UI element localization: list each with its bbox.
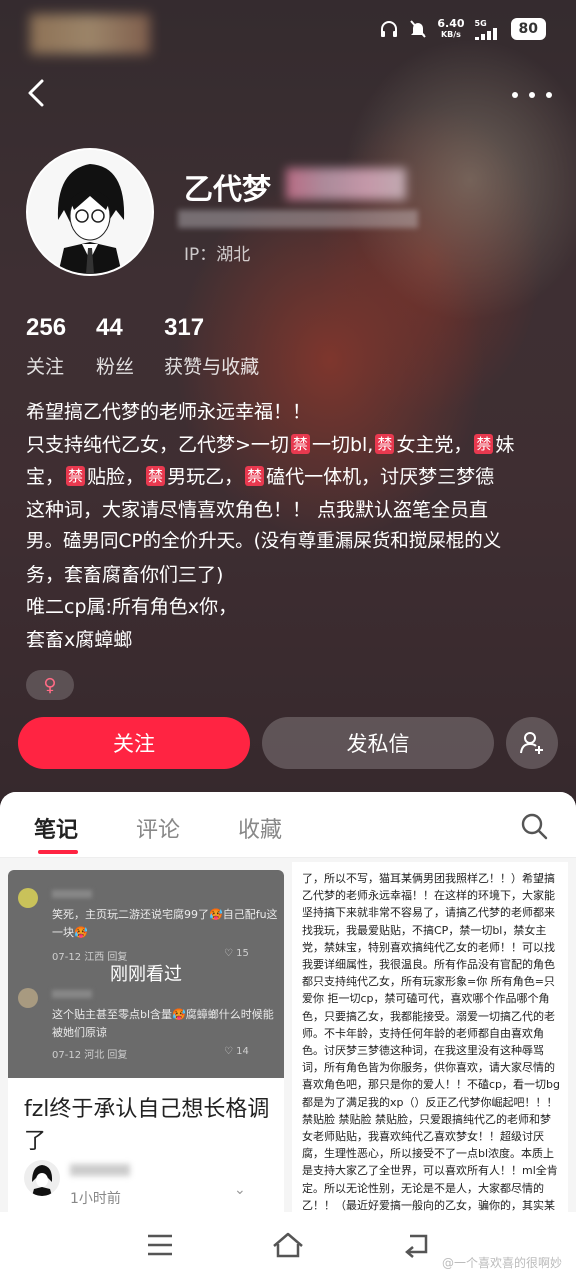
back-arrow-icon[interactable] [22, 78, 52, 108]
comment-text: 这个贴主甚至零点bl含量🥵腐蟑螂什么时候能被她们原谅 [52, 1008, 274, 1039]
avatar-illustration [28, 150, 152, 274]
ban-badge: 禁 [245, 466, 265, 486]
bio-text: 磕代一体机，讨厌梦三梦德 [266, 466, 495, 488]
more-options-icon[interactable] [512, 80, 552, 110]
stat-following-count: 256 [26, 314, 67, 341]
bio-text: 只支持纯代乙女，乙代梦>一切 [26, 433, 289, 456]
stat-likes-count: 317 [164, 314, 205, 341]
note-title: fzl终于承认自己想长格调了 [24, 1097, 270, 1154]
comment-likes-count: 14 [236, 1046, 249, 1057]
bio-text: 一切bl, [311, 433, 374, 456]
profile-name: 乙代梦 [184, 174, 272, 206]
profile-bio: 希望搞乙代梦的老师永远幸福！！ 只支持纯代乙女，乙代梦>一切禁一切bl, 禁女主党… [26, 396, 556, 656]
add-friend-button[interactable] [506, 717, 558, 769]
stat-likes[interactable]: 317 获赞与收藏 [164, 314, 259, 379]
name-redaction [286, 168, 406, 200]
stat-likes-label: 获赞与收藏 [164, 356, 260, 378]
ip-location: IP：湖北 [184, 245, 251, 265]
female-icon: ♀ [43, 674, 57, 696]
comment-meta: 07-12 河北 回复 [52, 1050, 128, 1061]
status-bar: 6.40 KB/s 5G 80 [0, 0, 576, 60]
commenter-name-redaction [52, 990, 92, 998]
notes-panel: 笔记 评论 收藏 笑死，主页玩二游还说宅腐99了🥵自己配fu这一块🥵 07-12… [0, 792, 576, 1280]
headphones-icon [381, 21, 398, 37]
bio-text: 男玩乙， [167, 466, 244, 488]
comment-text: 笑死，主页玩二游还说宅腐99了🥵自己配fu这一块🥵 [52, 908, 278, 939]
status-blur [30, 14, 150, 54]
bio-line-1: 希望搞乙代梦的老师永远幸福！！ [26, 401, 312, 423]
tab-notes[interactable]: 笔记 [34, 812, 78, 844]
stat-followers[interactable]: 44 粉丝 [96, 314, 134, 379]
id-redaction [178, 210, 418, 228]
note-cover-image: 笑死，主页玩二游还说宅腐99了🥵自己配fu这一块🥵 07-12 江西 回复 ♡ … [8, 870, 284, 1078]
bio-line-7: 唯二cp属:所有角色x你， [26, 596, 238, 618]
bio-text: 女主党， [396, 433, 473, 456]
bio-text: 妹 [495, 433, 515, 456]
tab-comments[interactable]: 评论 [136, 812, 180, 844]
bio-line-2: 只支持纯代乙女，乙代梦>一切禁一切bl, 禁女主党，禁妹 [26, 429, 556, 462]
comment-likes: ♡ 14 [224, 1046, 249, 1057]
commenter-avatar [18, 888, 38, 908]
menu-icon[interactable] [146, 1232, 174, 1258]
commenter-avatar [18, 988, 38, 1008]
note-like-icon[interactable]: ⌄ [234, 1182, 246, 1198]
ban-badge: 禁 [375, 433, 395, 454]
bio-line-8: 套畜x腐蟑螂 [26, 628, 133, 651]
net-speed-unit: KB/s [440, 30, 461, 39]
avatar[interactable] [26, 148, 154, 276]
message-button[interactable]: 发私信 [262, 717, 494, 769]
ban-badge: 禁 [66, 466, 86, 486]
stat-following-label: 关注 [26, 356, 65, 378]
add-user-icon [520, 732, 543, 754]
note-text-image: 了，所以不写，猫耳某俩男团我照样乙！！）希望搞乙代梦的老师永远幸福！！在这样的环… [302, 872, 560, 1229]
return-icon[interactable] [402, 1232, 432, 1260]
note-time: 1小时前 [70, 1191, 121, 1207]
stat-following[interactable]: 256 关注 [26, 314, 66, 379]
bio-line-3: 宝，禁贴脸，禁男玩乙，禁磕代一体机，讨厌梦三梦德 [26, 461, 556, 494]
tab-favorites[interactable]: 收藏 [238, 812, 282, 844]
commenter-name-redaction [52, 890, 92, 898]
stat-followers-label: 粉丝 [96, 356, 135, 378]
signal-icon [474, 27, 497, 40]
content-tabs: 笔记 评论 收藏 [0, 792, 576, 858]
watermark: @一个喜欢喜的很啊妙 [441, 1256, 562, 1270]
author-avatar [24, 1160, 60, 1196]
bio-line-5: 男。磕男同CP的全价升天。(没有尊重漏屎货和搅屎棍的义 [26, 531, 502, 552]
signal: 5G [474, 18, 501, 40]
bio-text: 宝， [26, 466, 65, 488]
bio-line-4: 这种词，大家请尽情喜欢角色！！ 点我默认盗笔全员直 [26, 498, 489, 521]
recently-viewed-label: 刚刚看过 [110, 964, 182, 985]
note-author [24, 1160, 130, 1196]
mute-bell-icon [410, 20, 427, 38]
comment-likes: ♡ 15 [224, 948, 249, 959]
bio-line-6: 务，套畜腐畜你们三了) [26, 563, 224, 586]
stat-followers-count: 44 [96, 314, 123, 341]
network-type: 5G [474, 18, 487, 28]
ban-badge: 禁 [474, 433, 494, 454]
comment-likes-count: 15 [236, 948, 249, 959]
profile-stats: 256 关注 44 粉丝 317 获赞与收藏 [26, 314, 259, 379]
status-right: 6.40 KB/s 5G 80 [379, 18, 546, 40]
bio-text: 贴脸， [87, 466, 145, 488]
home-icon[interactable] [272, 1232, 304, 1260]
author-name-redaction [70, 1164, 130, 1176]
active-tab-indicator [38, 850, 78, 854]
search-icon[interactable] [520, 812, 548, 840]
follow-button[interactable]: 关注 [18, 717, 250, 769]
watermark-text: 一个喜欢喜的很啊妙 [453, 1256, 562, 1270]
ban-badge: 禁 [146, 466, 166, 486]
net-speed: 6.40 KB/s [437, 18, 464, 40]
battery-indicator: 80 [510, 18, 546, 40]
gender-badge: ♀ [26, 670, 74, 700]
ban-badge: 禁 [290, 433, 310, 454]
net-speed-value: 6.40 [437, 17, 465, 30]
